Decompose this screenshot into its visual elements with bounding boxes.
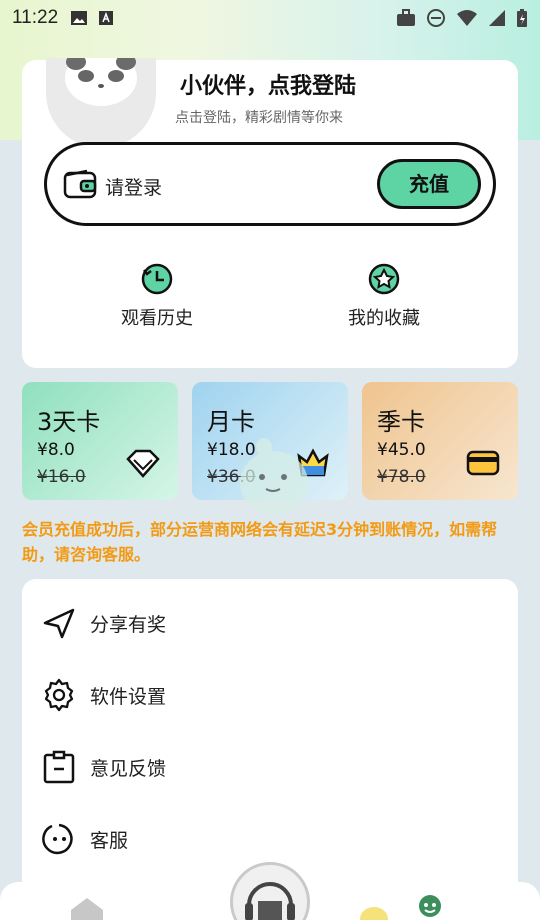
card-icon (466, 448, 500, 482)
card-price: ¥45.0 (377, 440, 426, 460)
status-bar: 11:22 (0, 0, 540, 36)
clipboard-icon (43, 750, 75, 784)
quick-action-label: 观看历史 (121, 308, 193, 329)
membership-card-3day[interactable]: 3天卡 ¥8.0 ¥16.0 (22, 382, 178, 500)
card-title: 3天卡 (37, 408, 101, 436)
card-original-price: ¥78.0 (377, 467, 426, 487)
profile-card: 小伙伴，点我登陆 点击登陆，精彩剧情等你来 请登录 充值 观看历史 我的收藏 (22, 58, 518, 368)
card-title: 季卡 (377, 408, 425, 436)
face-icon (42, 823, 73, 855)
menu-item-share[interactable]: 分享有奖 (22, 587, 518, 659)
image-notification-icon (71, 11, 88, 25)
avatar[interactable] (46, 58, 156, 148)
signal-icon (489, 10, 505, 26)
gear-icon (44, 678, 74, 712)
menu-item-feedback[interactable]: 意见反馈 (22, 731, 518, 803)
headphone-book-icon (245, 882, 295, 920)
menu-item-label: 软件设置 (90, 685, 167, 708)
quick-action-favorites[interactable]: 我的收藏 (324, 262, 444, 330)
panda-avatar-icon (65, 58, 137, 106)
login-prompt[interactable]: 请登录 (105, 173, 162, 200)
menu-item-label: 分享有奖 (90, 613, 167, 636)
card-price: ¥8.0 (37, 440, 75, 460)
card-original-price: ¥16.0 (37, 467, 86, 487)
center-play-button[interactable] (230, 862, 310, 920)
discover-icon[interactable] (357, 905, 391, 920)
mascot-icon[interactable] (234, 435, 314, 525)
star-icon (368, 263, 400, 295)
menu-item-label: 意见反馈 (90, 757, 167, 780)
profile-tab-icon[interactable] (416, 894, 444, 920)
quick-action-history[interactable]: 观看历史 (97, 262, 217, 330)
dnd-icon (427, 9, 445, 27)
menu-item-label: 客服 (90, 829, 129, 852)
login-title[interactable]: 小伙伴，点我登陆 (180, 68, 356, 100)
wallet-icon (63, 169, 97, 203)
quick-action-label: 我的收藏 (348, 308, 420, 329)
diamond-icon (126, 448, 160, 482)
share-icon (43, 608, 75, 639)
menu-card: 分享有奖 软件设置 意见反馈 客服 (22, 579, 518, 899)
wifi-icon (457, 10, 477, 26)
login-subtitle: 点击登陆，精彩剧情等你来 (175, 110, 343, 126)
menu-item-settings[interactable]: 软件设置 (22, 659, 518, 731)
membership-card-quarterly[interactable]: 季卡 ¥45.0 ¥78.0 (362, 382, 518, 500)
status-time: 11:22 (12, 7, 59, 28)
wallet-box[interactable]: 请登录 充值 (44, 142, 496, 226)
history-icon (141, 263, 173, 295)
battery-icon (517, 9, 527, 27)
card-title: 月卡 (207, 408, 255, 436)
font-notification-icon (99, 11, 114, 25)
recharge-notice: 会员充值成功后，部分运营商网络会有延迟3分钟到账情况，如需帮助，请咨询客服。 (22, 520, 498, 564)
recharge-button[interactable]: 充值 (377, 159, 481, 209)
briefcase-icon (397, 9, 415, 26)
home-icon[interactable] (69, 896, 105, 920)
